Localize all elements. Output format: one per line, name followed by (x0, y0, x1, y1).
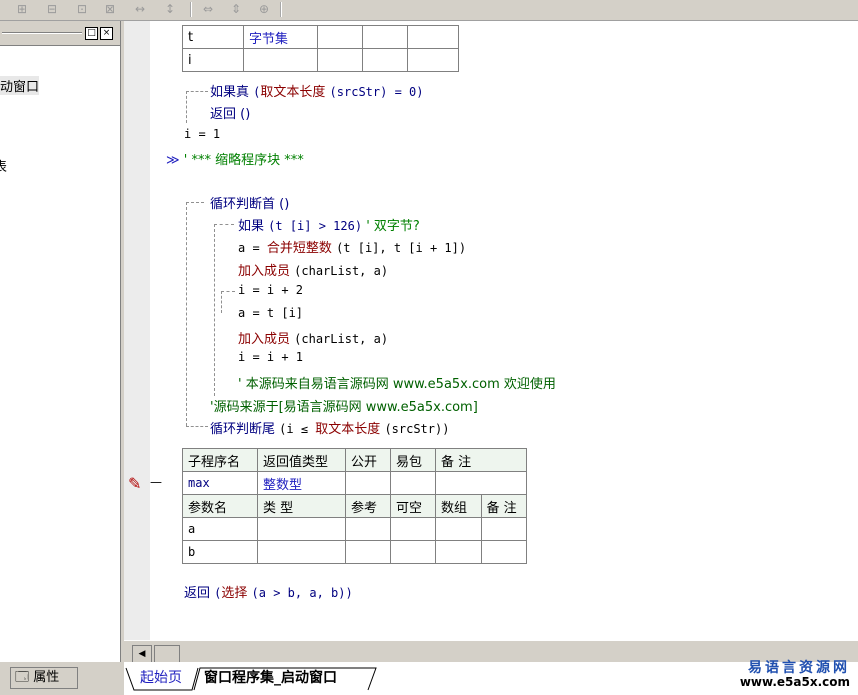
flow-line (186, 202, 204, 203)
tab-window-program-set[interactable]: 窗口程序集_启动窗口 (204, 668, 337, 688)
code-line-i-plus-1[interactable]: i = i + 1 (238, 350, 303, 364)
local-vars-table: t 字节集 i (182, 25, 459, 72)
flow-line (186, 91, 208, 92)
tab-start-page[interactable]: 起始页 (140, 668, 182, 688)
code-line-comment-2[interactable]: '源码来源于[易语言源码网 www.e5a5x.com] (210, 396, 478, 415)
flow-line (214, 224, 234, 225)
var-cell[interactable] (317, 25, 363, 49)
var-cell[interactable] (317, 48, 363, 72)
var-cell[interactable] (243, 48, 318, 72)
sub-name-cell[interactable]: max (182, 471, 258, 495)
tree-item-startup-window[interactable]: 动窗口 (0, 76, 40, 95)
pencil-icon: ✎ (128, 474, 142, 493)
var-cell[interactable] (362, 25, 408, 49)
same-width-icon[interactable]: ↔ (130, 1, 150, 18)
param-cell[interactable] (435, 540, 482, 564)
watermark-site-name: 易语言资源网 (748, 660, 850, 676)
code-line-merge[interactable]: a = 合并短整数 (t [i], t [i + 1]) (238, 237, 466, 256)
properties-icon: 🗔 (15, 670, 30, 685)
header-epackage: 易包 (390, 448, 436, 472)
horizontal-space-icon[interactable]: ⇔ (198, 1, 218, 18)
header-return-type: 返回值类型 (257, 448, 346, 472)
close-icon[interactable]: × (100, 27, 113, 40)
code-line-assign-i[interactable]: i = 1 (184, 127, 220, 141)
return-type-cell[interactable]: 整数型 (257, 471, 346, 495)
collapsed-block[interactable]: ≫ ' *** 缩略程序块 *** (166, 149, 304, 168)
param-name-cell[interactable]: b (182, 540, 258, 564)
expand-icon[interactable]: ≫ (166, 153, 180, 168)
flow-line (186, 426, 208, 427)
expand-dash[interactable]: — (150, 475, 162, 489)
align-center-icon[interactable]: ⊟ (42, 1, 62, 18)
var-cell[interactable] (362, 48, 408, 72)
code-line-return-select[interactable]: 返回 (选择 (a > b, a, b)) (184, 582, 353, 601)
var-cell[interactable] (407, 48, 459, 72)
left-bottom-tabs: 🗔 属性 (0, 662, 120, 695)
code-line-a-ti[interactable]: a = t [i] (238, 306, 303, 320)
restore-icon[interactable]: □ (85, 27, 98, 40)
code-line-return[interactable]: 返回 () (210, 103, 250, 122)
editor-margin[interactable] (124, 21, 150, 640)
param-cell[interactable] (480, 517, 527, 541)
properties-tab[interactable]: 🗔 属性 (10, 667, 78, 689)
header-byref: 参考 (345, 494, 391, 518)
var-cell[interactable] (407, 25, 459, 49)
header-remark: 备 注 (435, 448, 527, 472)
align-left-icon[interactable]: ⊞ (12, 1, 32, 18)
header-param-type: 类 型 (257, 494, 346, 518)
properties-tab-label: 属性 (33, 670, 60, 685)
panel-header: □ × (0, 21, 120, 46)
toolbar: ⊞ ⊟ ⊡ ⊠ ↔ ↕ ⇔ ⇕ ⊕ (0, 0, 858, 21)
flow-line (214, 224, 215, 396)
flow-line (186, 202, 187, 426)
header-param-name: 参数名 (182, 494, 258, 518)
flow-line (186, 91, 187, 123)
param-cell[interactable] (257, 540, 346, 564)
watermark-url: www.e5a5x.com (739, 675, 850, 689)
header-public: 公开 (345, 448, 391, 472)
code-line-add-member-2[interactable]: 加入成员 (charList, a) (238, 328, 388, 347)
same-height-icon[interactable]: ↕ (160, 1, 180, 18)
project-panel: □ × 动窗口 表 (0, 21, 121, 662)
code-line-loop-start[interactable]: 循环判断首 () (210, 193, 289, 212)
scroll-left-icon[interactable]: ◀ (132, 645, 152, 663)
param-cell[interactable] (435, 517, 482, 541)
header-sub-name: 子程序名 (182, 448, 258, 472)
param-cell[interactable] (480, 540, 527, 564)
toolbar-separator (190, 2, 192, 17)
code-line-i-plus-2[interactable]: i = i + 2 (238, 283, 303, 297)
param-cell[interactable] (345, 540, 391, 564)
flow-line (221, 291, 235, 292)
var-type-cell[interactable]: 字节集 (243, 25, 318, 49)
param-name-cell[interactable]: a (182, 517, 258, 541)
toolbar-separator (280, 2, 282, 17)
center-window-icon[interactable]: ⊕ (254, 1, 274, 18)
param-cell[interactable] (345, 517, 391, 541)
remark-cell[interactable] (435, 471, 527, 495)
tree-item-table[interactable]: 表 (0, 156, 7, 175)
epackage-cell[interactable] (390, 471, 436, 495)
flow-line (221, 291, 222, 313)
code-line-if[interactable]: 如果 (t [i] > 126) ' 双字节? (238, 215, 420, 234)
var-name-cell[interactable]: i (182, 48, 244, 72)
param-cell[interactable] (390, 517, 436, 541)
align-middle-icon[interactable]: ⊠ (100, 1, 120, 18)
header-array: 数组 (435, 494, 482, 518)
header-optional: 可空 (390, 494, 436, 518)
vertical-space-icon[interactable]: ⇕ (226, 1, 246, 18)
param-cell[interactable] (390, 540, 436, 564)
param-cell[interactable] (257, 517, 346, 541)
subprogram-table: 子程序名 返回值类型 公开 易包 备 注 max 整数型 参数名 类 型 参考 … (182, 448, 527, 564)
code-editor[interactable]: t 字节集 i 如果真 (取文本长度 (srcStr) = 0) 返回 () i… (124, 21, 858, 640)
align-top-icon[interactable]: ⊡ (72, 1, 92, 18)
var-name-cell[interactable]: t (182, 25, 244, 49)
scroll-thumb[interactable] (154, 645, 180, 663)
panel-grip[interactable] (2, 32, 82, 34)
public-cell[interactable] (345, 471, 391, 495)
code-line-add-member-1[interactable]: 加入成员 (charList, a) (238, 260, 388, 279)
code-line-comment-1[interactable]: ' 本源码来自易语言源码网 www.e5a5x.com 欢迎使用 (238, 373, 556, 392)
code-line-if-true[interactable]: 如果真 (取文本长度 (srcStr) = 0) (210, 81, 423, 100)
code-line-loop-end[interactable]: 循环判断尾 (i ≤ 取文本长度 (srcStr)) (210, 418, 449, 437)
header-param-remark: 备 注 (480, 494, 527, 518)
